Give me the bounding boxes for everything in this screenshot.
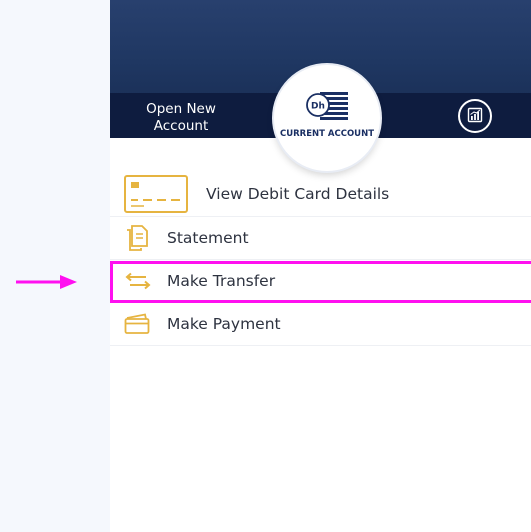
- menu-item-view-debit-card[interactable]: View Debit Card Details: [110, 172, 531, 217]
- menu-item-label: View Debit Card Details: [206, 185, 390, 203]
- make-transfer-highlight: [110, 261, 531, 303]
- left-gutter: [0, 0, 110, 532]
- menu-item-statement[interactable]: Statement: [110, 217, 531, 260]
- pointer-arrow-icon: [16, 275, 77, 289]
- menu-item-label: Make Payment: [167, 315, 281, 333]
- current-account-label: CURRENT ACCOUNT: [279, 129, 374, 139]
- debit-card-icon: [124, 175, 188, 213]
- statement-icon: [127, 225, 148, 251]
- account-menu: View Debit Card Details Statement Make T…: [110, 172, 531, 346]
- dh-logo-icon: Dh: [306, 92, 348, 120]
- badge-logo-text: Dh: [311, 102, 325, 112]
- open-new-account-button[interactable]: Open New Account: [136, 101, 226, 135]
- menu-item-label: Statement: [167, 229, 249, 247]
- current-account-badge[interactable]: Dh CURRENT ACCOUNT: [274, 65, 380, 171]
- chart-button[interactable]: [458, 99, 492, 133]
- open-new-account-label: Open New Account: [146, 101, 216, 134]
- bar-chart-icon: [467, 107, 483, 123]
- payment-icon: [124, 313, 150, 334]
- menu-item-make-payment[interactable]: Make Payment: [110, 303, 531, 346]
